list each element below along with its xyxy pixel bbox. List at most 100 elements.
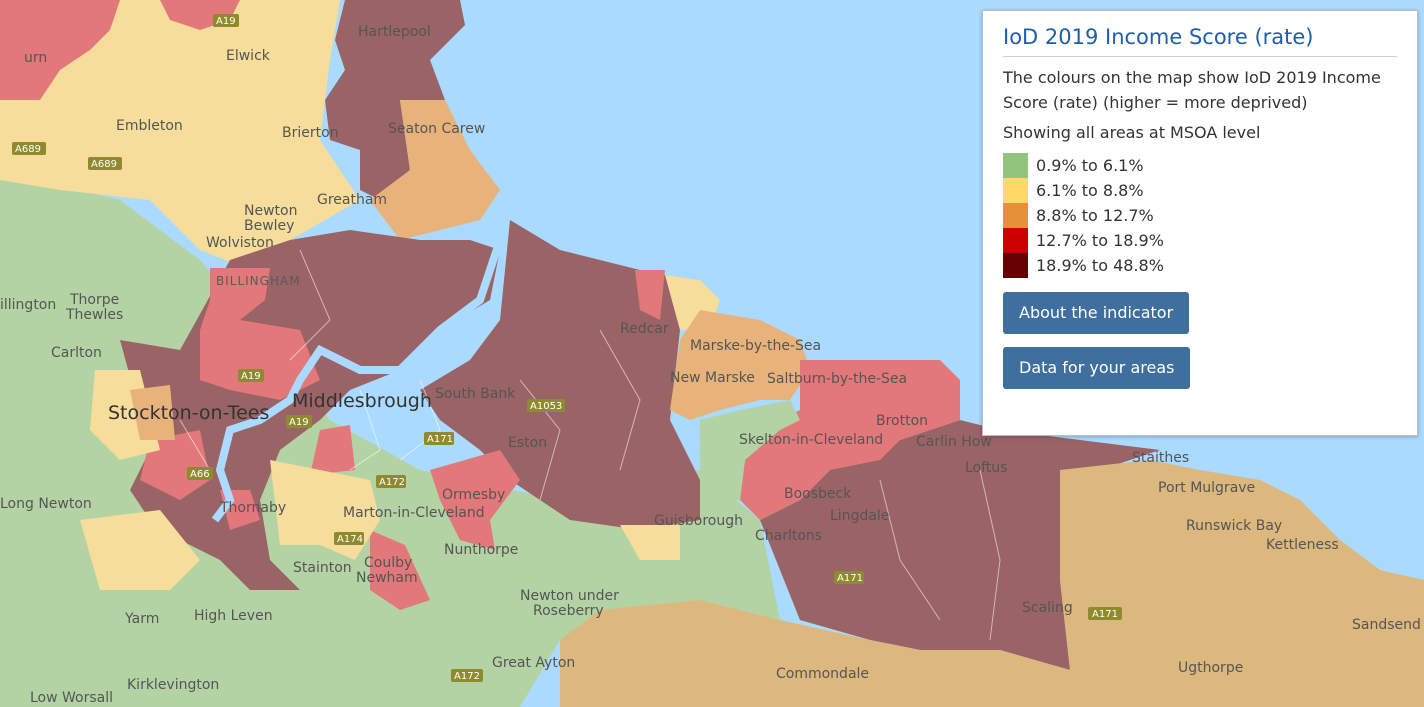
legend-item: 6.1% to 8.8%: [1003, 178, 1397, 203]
legend-label: 6.1% to 8.8%: [1036, 181, 1144, 200]
label-wolviston: Wolviston: [206, 235, 274, 251]
svg-text:A171: A171: [837, 573, 863, 584]
legend-swatch: [1003, 178, 1028, 203]
label-billingham: BILLINGHAM: [216, 274, 301, 288]
label-redcar: Redcar: [620, 321, 669, 337]
legend-label: 18.9% to 48.8%: [1036, 256, 1164, 275]
label-marske: Marske-by-the-Sea: [690, 338, 821, 354]
label-stainton: Stainton: [293, 560, 352, 576]
legend-label: 8.8% to 12.7%: [1036, 206, 1154, 225]
label-sandsend: Sandsend: [1352, 617, 1421, 633]
svg-text:A19: A19: [289, 417, 309, 428]
svg-text:A19: A19: [241, 371, 261, 382]
label-high-leven: High Leven: [194, 608, 273, 624]
svg-text:A174: A174: [337, 534, 363, 545]
legend-list: 0.9% to 6.1% 6.1% to 8.8% 8.8% to 12.7% …: [1003, 153, 1397, 278]
label-illington: illington: [0, 297, 56, 313]
label-low-worsall: Low Worsall: [30, 690, 113, 706]
label-kirklevington: Kirklevington: [127, 677, 219, 693]
panel-level-text: Showing all areas at MSOA level: [1003, 123, 1261, 142]
label-boosbeck: Boosbeck: [784, 486, 852, 502]
label-bewley: Bewley: [244, 218, 294, 234]
label-eston: Eston: [508, 435, 547, 451]
label-carlin-how: Carlin How: [916, 434, 992, 450]
road-shield-a19-south: A19: [286, 415, 312, 428]
label-commondale: Commondale: [776, 666, 869, 682]
road-shield-a689-east: A689: [88, 157, 122, 170]
label-greatham: Greatham: [317, 192, 387, 208]
svg-text:A1053: A1053: [530, 401, 562, 412]
label-marton: Marton-in-Cleveland: [343, 505, 485, 521]
label-saltburn: Saltburn-by-the-Sea: [767, 371, 907, 387]
label-middlesbrough: Middlesbrough: [292, 390, 432, 412]
road-shield-a1053: A1053: [527, 399, 565, 412]
label-thewles: Thewles: [65, 307, 123, 323]
label-yarm: Yarm: [124, 611, 159, 627]
label-urn: urn: [24, 50, 47, 66]
label-charltons: Charltons: [755, 528, 822, 544]
legend-item: 0.9% to 6.1%: [1003, 153, 1397, 178]
label-port-mulgrave: Port Mulgrave: [1158, 480, 1255, 496]
label-loftus: Loftus: [965, 460, 1007, 476]
label-great-ayton: Great Ayton: [492, 655, 575, 671]
legend-item: 18.9% to 48.8%: [1003, 253, 1397, 278]
label-newton: Newton: [244, 203, 297, 219]
legend-label: 0.9% to 6.1%: [1036, 156, 1144, 175]
road-shield-a171-mid: A171: [424, 432, 454, 445]
label-carlton: Carlton: [51, 345, 102, 361]
label-long-newton: Long Newton: [0, 496, 92, 512]
legend-swatch: [1003, 228, 1028, 253]
label-guisborough: Guisborough: [654, 513, 743, 529]
label-staithes: Staithes: [1132, 450, 1189, 466]
label-embleton: Embleton: [116, 118, 183, 134]
label-elwick: Elwick: [226, 48, 271, 64]
label-stockton: Stockton-on-Tees: [108, 402, 269, 424]
road-shield-a171-far-east: A171: [1088, 607, 1122, 620]
legend-swatch: [1003, 253, 1028, 278]
about-indicator-button[interactable]: About the indicator: [1003, 292, 1190, 334]
road-shield-a689-west: A689: [12, 142, 46, 155]
label-lingdale: Lingdale: [830, 508, 889, 524]
legend-item: 12.7% to 18.9%: [1003, 228, 1397, 253]
road-shield-a19-mid: A19: [238, 369, 264, 382]
road-shield-a171-east: A171: [834, 571, 864, 584]
panel-description: The colours on the map show IoD 2019 Inc…: [1003, 68, 1381, 112]
label-newton-under: Newton under: [520, 588, 619, 604]
legend-swatch: [1003, 203, 1028, 228]
svg-text:A171: A171: [1092, 609, 1118, 620]
label-runswick-bay: Runswick Bay: [1186, 518, 1282, 534]
data-for-areas-button[interactable]: Data for your areas: [1003, 347, 1191, 389]
legend-panel: IoD 2019 Income Score (rate) The colours…: [982, 10, 1418, 436]
svg-text:A172: A172: [379, 477, 405, 488]
label-scaling: Scaling: [1022, 600, 1073, 616]
svg-text:A689: A689: [91, 159, 117, 170]
label-new-marske: New Marske: [670, 370, 755, 386]
road-shield-a19-north: A19: [213, 14, 239, 27]
road-shield-a172-south: A172: [451, 669, 483, 682]
legend-label: 12.7% to 18.9%: [1036, 231, 1164, 250]
panel-title: IoD 2019 Income Score (rate): [1003, 25, 1397, 57]
label-brierton: Brierton: [282, 125, 339, 141]
label-ugthorpe: Ugthorpe: [1178, 660, 1243, 676]
label-ormesby: Ormesby: [442, 487, 505, 503]
label-roseberry: Roseberry: [533, 603, 604, 619]
label-newham: Newham: [356, 570, 418, 586]
label-hartlepool: Hartlepool: [358, 24, 431, 40]
svg-text:A689: A689: [15, 144, 41, 155]
road-shield-a172-mid: A172: [376, 475, 406, 488]
label-seaton-carew: Seaton Carew: [388, 121, 485, 137]
label-thornaby: Thornaby: [219, 500, 286, 516]
label-coulby: Coulby: [364, 555, 412, 571]
svg-text:A66: A66: [190, 469, 210, 480]
svg-text:A19: A19: [216, 16, 236, 27]
svg-text:A171: A171: [427, 434, 453, 445]
legend-swatch: [1003, 153, 1028, 178]
label-thorpe: Thorpe: [69, 292, 119, 308]
road-shield-a174: A174: [334, 532, 364, 545]
label-nunthorpe: Nunthorpe: [444, 542, 518, 558]
svg-text:A172: A172: [454, 671, 480, 682]
label-brotton: Brotton: [876, 413, 928, 429]
legend-item: 8.8% to 12.7%: [1003, 203, 1397, 228]
road-shield-a66: A66: [187, 467, 213, 480]
label-kettleness: Kettleness: [1266, 537, 1339, 553]
